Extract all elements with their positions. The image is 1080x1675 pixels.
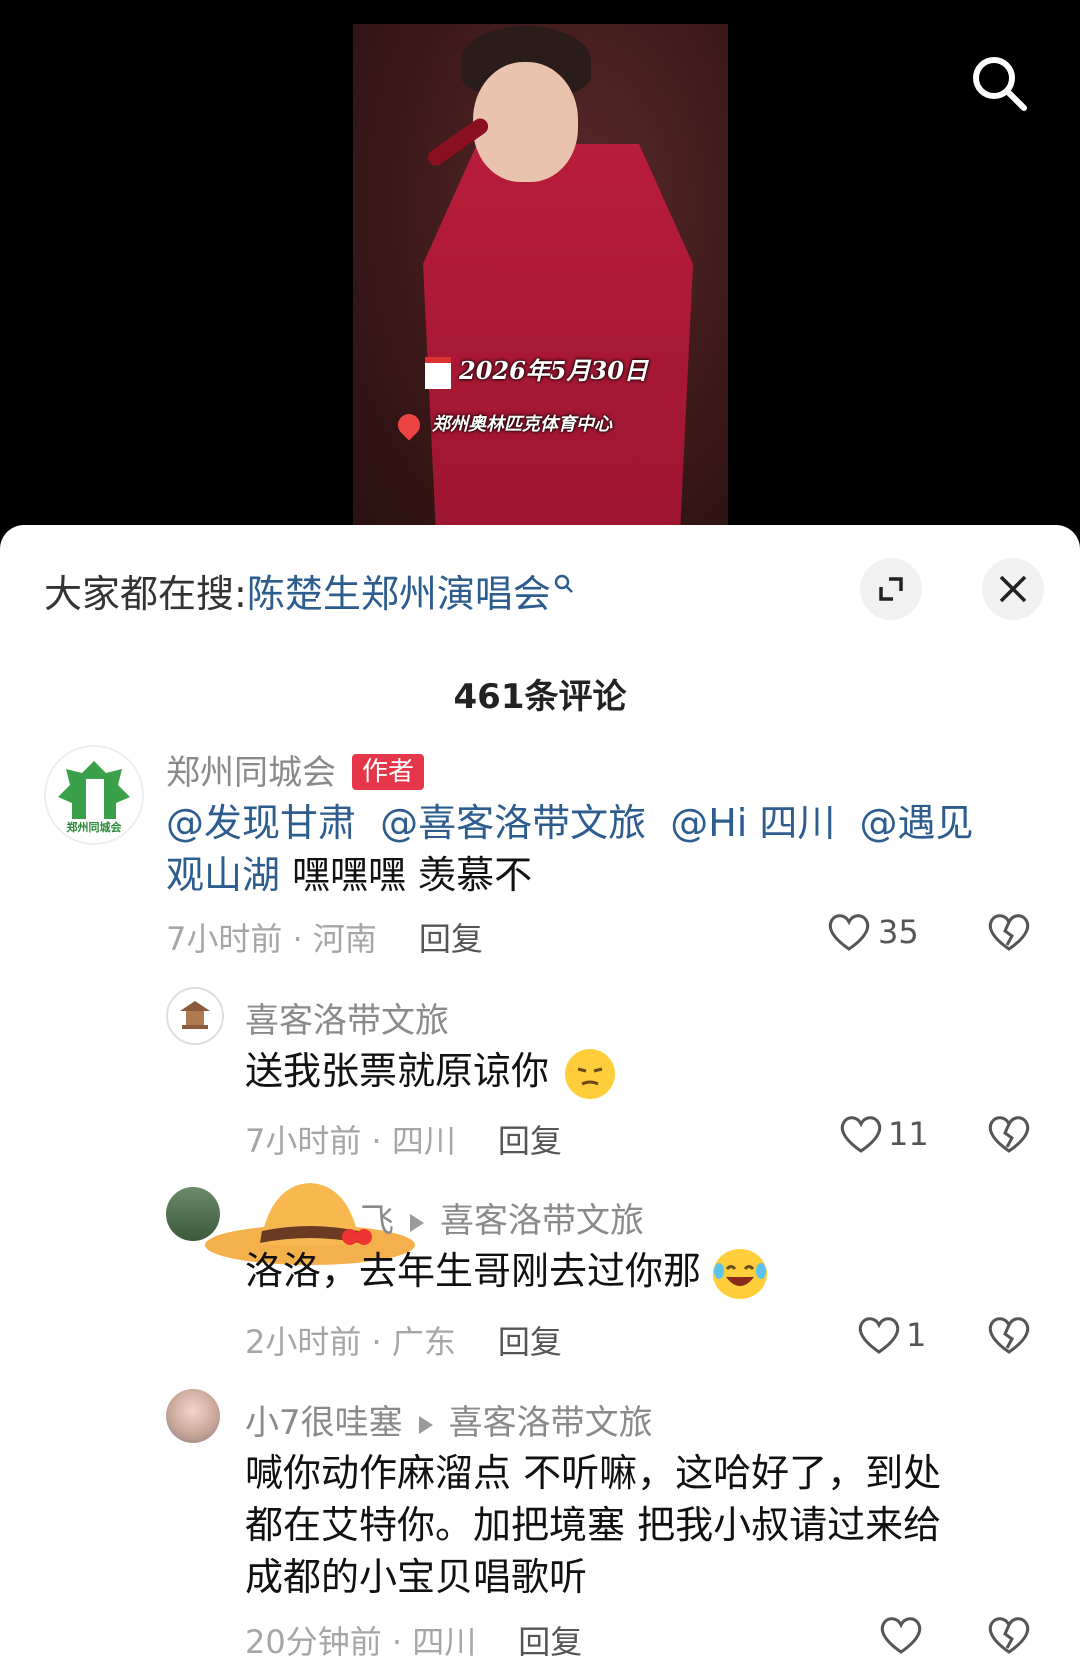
comment-body-line: 成都的小宝贝唱歌听 [245, 1555, 588, 1599]
mention-link[interactable]: @喜客洛带文旅 [380, 801, 646, 845]
broken-heart-icon [988, 914, 1030, 951]
pavilion-logo-icon [180, 1001, 210, 1029]
comment-time-location: 7小时前 · 河南 [166, 920, 377, 958]
like-button[interactable]: 11 [838, 1113, 929, 1155]
comment-text: 洛洛，去年生哥刚去过你那 [245, 1245, 768, 1299]
comment-author[interactable]: 郑州同城会 作者 [166, 745, 425, 794]
dislike-button[interactable] [986, 1614, 1032, 1660]
reply-arrow-icon [418, 1415, 433, 1434]
video-date-overlay: 2026年5月30日 [425, 351, 648, 389]
like-count: 35 [878, 913, 919, 951]
broken-heart-icon [988, 1116, 1030, 1153]
like-count: 11 [888, 1115, 929, 1153]
comment-author[interactable]: 喜客洛带文旅 [245, 993, 449, 1042]
heart-icon [858, 1317, 900, 1354]
comment-time-location: 7小时前 · 四川 [245, 1122, 456, 1160]
broken-heart-icon [988, 1317, 1030, 1354]
comment-body: 嘿嘿嘿 羡慕不 [280, 853, 533, 897]
comment-body-line: 都在艾特你。加把境塞 把我小叔请过来给 [245, 1503, 942, 1547]
avatar[interactable]: 郑州同城会 [44, 745, 144, 845]
comment-body: 送我张票就原谅你 [245, 1049, 550, 1093]
broken-heart-icon [988, 1617, 1030, 1654]
close-button[interactable] [982, 558, 1044, 620]
hot-search-term[interactable]: 陈楚生郑州演唱会 [247, 572, 551, 616]
calendar-icon [425, 356, 451, 389]
comment-sheet: 大家都在搜:陈楚生郑州演唱会 461条评论 郑州同城会 郑州同城会 作者 @发现甘… [0, 525, 1080, 1675]
author-badge: 作者 [352, 754, 425, 790]
comment-body: 洛洛，去年生哥刚去过你那 [245, 1249, 702, 1293]
reply-arrow-icon [410, 1213, 424, 1232]
reply-button[interactable]: 回复 [498, 1323, 562, 1361]
mention-link[interactable]: 观山湖 [166, 853, 280, 897]
comment-meta: 20分钟前 · 四川 回复 [245, 1617, 582, 1663]
avatar-logo-text: 郑州同城会 [67, 820, 123, 834]
hot-search-prefix: 大家都在搜: [44, 572, 247, 616]
like-button[interactable]: 35 [826, 911, 919, 953]
comment-author: 小7很哇塞 喜客洛带文旅 [245, 1395, 653, 1444]
heart-icon [840, 1116, 882, 1153]
avatar[interactable] [166, 1389, 220, 1443]
hot-search-bar[interactable]: 大家都在搜:陈楚生郑州演唱会 [44, 563, 575, 618]
comment-text: @发现甘肃 @喜客洛带文旅 @Hi 四川 @遇见 观山湖 嘿嘿嘿 羡慕不 [166, 797, 1046, 901]
city-logo-icon: 郑州同城会 [58, 761, 130, 834]
mention-link[interactable]: @发现甘肃 [166, 801, 356, 845]
comment-count: 461条评论 [453, 677, 627, 717]
expand-icon [879, 577, 903, 601]
search-icon [973, 57, 1027, 111]
reply-button[interactable]: 回复 [518, 1623, 582, 1661]
author-name[interactable]: 郑州同城会 [166, 753, 336, 793]
author-name[interactable]: 小7很哇塞 [245, 1403, 403, 1443]
reply-button[interactable]: 回复 [498, 1122, 562, 1160]
video-date-text: 2026年5月30日 [459, 356, 648, 385]
like-count: 1 [906, 1316, 927, 1354]
comment-text: 送我张票就原谅你 [245, 1045, 616, 1099]
heart-icon [828, 914, 870, 951]
expand-button[interactable] [860, 558, 922, 620]
reply-button[interactable]: 回复 [419, 920, 483, 958]
comment-time-location: 2小时前 · 广东 [245, 1323, 456, 1361]
dislike-button[interactable] [986, 911, 1032, 957]
video-thumbnail[interactable]: 2026年5月30日 郑州奥林匹克体育中心 [353, 24, 728, 534]
comment-body-line: 喊你动作麻溜点 不听嘛，这哈好了，到处 [245, 1451, 942, 1495]
like-button[interactable]: 1 [856, 1314, 926, 1356]
video-venue-text: 郑州奥林匹克体育中心 [432, 414, 612, 435]
small-search-icon [554, 574, 573, 593]
comment-meta: 2小时前 · 广东 回复 [245, 1317, 562, 1363]
comment-author: 飞 喜客洛带文旅 [360, 1193, 644, 1242]
search-button[interactable] [968, 52, 1032, 116]
mention-link[interactable]: @遇见 [860, 801, 974, 845]
comment-time-location: 20分钟前 · 四川 [245, 1623, 477, 1661]
heart-icon [880, 1617, 922, 1654]
dislike-button[interactable] [986, 1314, 1032, 1360]
dislike-button[interactable] [986, 1113, 1032, 1159]
close-icon [999, 575, 1027, 603]
comment-meta: 7小时前 · 四川 回复 [245, 1116, 562, 1162]
comment-text: 喊你动作麻溜点 不听嘛，这哈好了，到处 都在艾特你。加把境塞 把我小叔请过来给 … [245, 1447, 1045, 1603]
like-button[interactable] [878, 1614, 924, 1656]
author-name[interactable]: 飞 [360, 1201, 394, 1241]
reply-to-name[interactable]: 喜客洛带文旅 [449, 1403, 653, 1443]
reply-to-name[interactable]: 喜客洛带文旅 [440, 1201, 644, 1241]
comment-meta: 7小时前 · 河南 回复 [166, 914, 483, 960]
laughing-crying-emoji [713, 1248, 768, 1299]
singer-figure [423, 144, 693, 534]
video-area[interactable]: 2026年5月30日 郑州奥林匹克体育中心 [0, 0, 1080, 560]
mention-link[interactable]: @Hi 四川 [670, 801, 835, 845]
location-pin-icon [393, 409, 425, 441]
avatar[interactable] [166, 987, 224, 1045]
video-venue-overlay: 郑州奥林匹克体育中心 [393, 409, 612, 441]
singer-head [473, 62, 578, 182]
annoyed-face-emoji [565, 1048, 616, 1099]
